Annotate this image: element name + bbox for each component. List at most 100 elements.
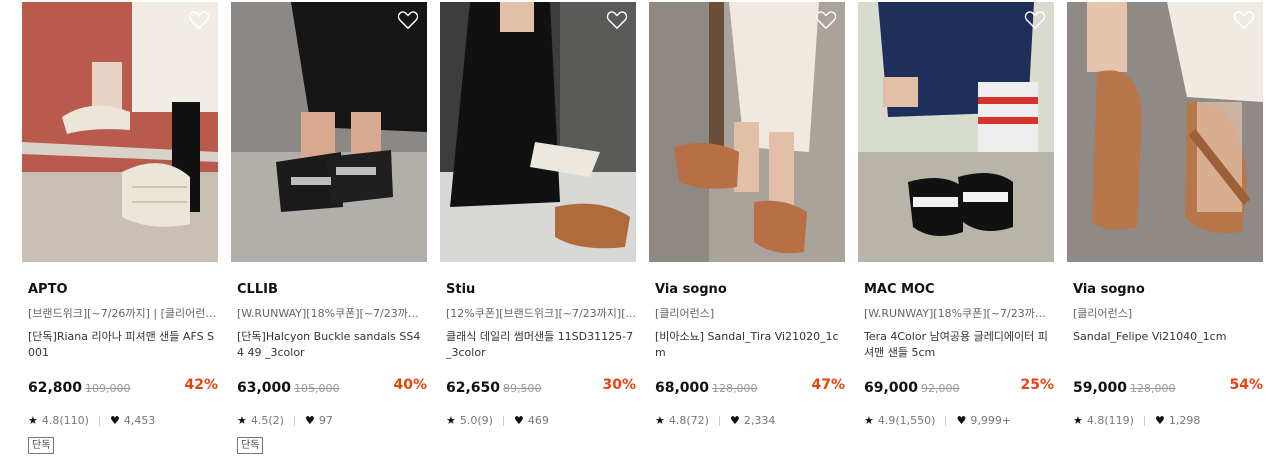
divider (1143, 416, 1145, 426)
discount-rate: 30% (602, 377, 636, 393)
product-name[interactable]: Tera 4Color 남여공용 글레디에이터 피셔맨 샌들 5cm (864, 329, 1054, 361)
discount-rate: 25% (1020, 377, 1054, 393)
product-meta: ★ 4.8(72) ♥ 2,334 (655, 413, 845, 429)
product-image[interactable] (858, 2, 1054, 262)
price-row: 59,000 128,000 54% (1073, 377, 1263, 399)
sale-price: 69,000 (864, 380, 919, 396)
product-meta: ★ 4.8(110) ♥ 4,453 (28, 413, 218, 429)
heart-outline-icon[interactable] (397, 10, 419, 30)
product-name[interactable]: Sandal_Felipe Vi21040_1cm (1073, 329, 1263, 361)
star-icon: ★ (237, 414, 247, 427)
promo-tags: [W.RUNWAY][18%쿠폰][~7/23까지] ... (237, 307, 427, 320)
sale-price: 62,800 (28, 380, 83, 396)
product-meta: ★ 4.8(119) ♥ 1,298 (1073, 413, 1263, 429)
heart-filled-icon: ♥ (513, 414, 524, 427)
promo-tags: [W.RUNWAY][18%쿠폰][~7/23까지] ... (864, 307, 1054, 320)
price-row: 68,000 128,000 47% (655, 377, 845, 399)
brand-name[interactable]: MAC MOC (864, 281, 1054, 298)
product-photo (1067, 2, 1263, 262)
original-price: 105,000 (294, 382, 340, 395)
heart-filled-icon: ♥ (956, 414, 967, 427)
product-photo (649, 2, 845, 262)
product-card[interactable]: APTO [브랜드위크][~7/26까지] | [클리어런스] [단독]Rian… (22, 2, 218, 454)
product-image[interactable] (22, 2, 218, 262)
product-card[interactable]: Via sogno [클리어런스] Sandal_Felipe Vi21040_… (1067, 2, 1263, 429)
original-price: 109,000 (85, 382, 131, 395)
sale-price: 68,000 (655, 380, 710, 396)
original-price: 89,500 (503, 382, 542, 395)
product-meta: ★ 4.9(1,550) ♥ 9,999+ (864, 413, 1054, 429)
original-price: 128,000 (1130, 382, 1176, 395)
brand-name[interactable]: Via sogno (1073, 281, 1263, 298)
original-price: 128,000 (712, 382, 758, 395)
product-meta: ★ 5.0(9) ♥ 469 (446, 413, 636, 429)
product-name[interactable]: [비아소뇨] Sandal_Tira Vi21020_1c m (655, 329, 845, 361)
heart-outline-icon[interactable] (1233, 10, 1255, 30)
rating: 4.8(119) (1086, 414, 1134, 427)
divider (293, 416, 295, 426)
rating: 4.5(2) (250, 414, 284, 427)
heart-outline-icon[interactable] (815, 10, 837, 30)
star-icon: ★ (655, 414, 665, 427)
product-card[interactable]: Via sogno [클리어런스] [비아소뇨] Sandal_Tira Vi2… (649, 2, 845, 429)
star-icon: ★ (864, 414, 874, 427)
price-row: 63,000 105,000 40% (237, 377, 427, 399)
discount-rate: 54% (1229, 377, 1263, 393)
like-count: 469 (527, 414, 549, 427)
product-photo (440, 2, 636, 262)
rating: 4.9(1,550) (877, 414, 936, 427)
price-row: 69,000 92,000 25% (864, 377, 1054, 399)
promo-tags: [클리어런스] (1073, 307, 1133, 320)
divider (98, 416, 100, 426)
heart-filled-icon: ♥ (1154, 414, 1165, 427)
star-icon: ★ (28, 414, 38, 427)
product-image[interactable] (231, 2, 427, 262)
product-name[interactable]: 클래식 데일리 썸머샌들 11SD31125-7 _3color (446, 329, 636, 361)
product-photo (22, 2, 218, 262)
brand-name[interactable]: CLLIB (237, 281, 427, 298)
divider (718, 416, 720, 426)
promo-tags: [12%쿠폰][브랜드위크][~7/23까지][... (446, 307, 636, 320)
heart-outline-icon[interactable] (188, 10, 210, 30)
heart-filled-icon: ♥ (729, 414, 740, 427)
promo-tags: [브랜드위크][~7/26까지] | [클리어런스] (28, 307, 218, 320)
product-card[interactable]: CLLIB [W.RUNWAY][18%쿠폰][~7/23까지] ... [단독… (231, 2, 427, 454)
brand-name[interactable]: Via sogno (655, 281, 845, 298)
product-photo (231, 2, 427, 262)
product-card[interactable]: MAC MOC [W.RUNWAY][18%쿠폰][~7/23까지] ... T… (858, 2, 1054, 429)
divider (945, 416, 947, 426)
sale-price: 62,650 (446, 380, 501, 396)
heart-outline-icon[interactable] (1024, 10, 1046, 30)
original-price: 92,000 (921, 382, 960, 395)
heart-outline-icon[interactable] (606, 10, 628, 30)
brand-name[interactable]: Stiu (446, 281, 636, 298)
like-count: 1,298 (1168, 414, 1201, 427)
product-image[interactable] (1067, 2, 1263, 262)
product-image[interactable] (440, 2, 636, 262)
price-row: 62,650 89,500 30% (446, 377, 636, 399)
product-meta: ★ 4.5(2) ♥ 97 (237, 413, 427, 429)
sale-price: 63,000 (237, 380, 292, 396)
like-count: 9,999+ (970, 414, 1012, 427)
exclusive-badge: 단독 (28, 437, 55, 454)
promo-tags: [클리어런스] (655, 307, 715, 320)
like-count: 97 (318, 414, 333, 427)
product-grid: APTO [브랜드위크][~7/26까지] | [클리어런스] [단독]Rian… (0, 0, 1273, 470)
sale-price: 59,000 (1073, 380, 1128, 396)
product-image[interactable] (649, 2, 845, 262)
discount-rate: 47% (811, 377, 845, 393)
product-card[interactable]: Stiu [12%쿠폰][브랜드위크][~7/23까지][... 클래식 데일리… (440, 2, 636, 429)
discount-rate: 40% (393, 377, 427, 393)
divider (502, 416, 504, 426)
brand-name[interactable]: APTO (28, 281, 218, 298)
heart-filled-icon: ♥ (109, 414, 120, 427)
rating: 4.8(72) (668, 414, 709, 427)
rating: 4.8(110) (41, 414, 89, 427)
like-count: 4,453 (123, 414, 156, 427)
product-photo (858, 2, 1054, 262)
star-icon: ★ (446, 414, 456, 427)
product-name[interactable]: [단독]Riana 리아나 피셔맨 샌들 AFS S001 (28, 329, 218, 361)
product-name[interactable]: [단독]Halcyon Buckle sandals SS44 49 _3col… (237, 329, 427, 361)
rating: 5.0(9) (459, 414, 493, 427)
discount-rate: 42% (184, 377, 218, 393)
